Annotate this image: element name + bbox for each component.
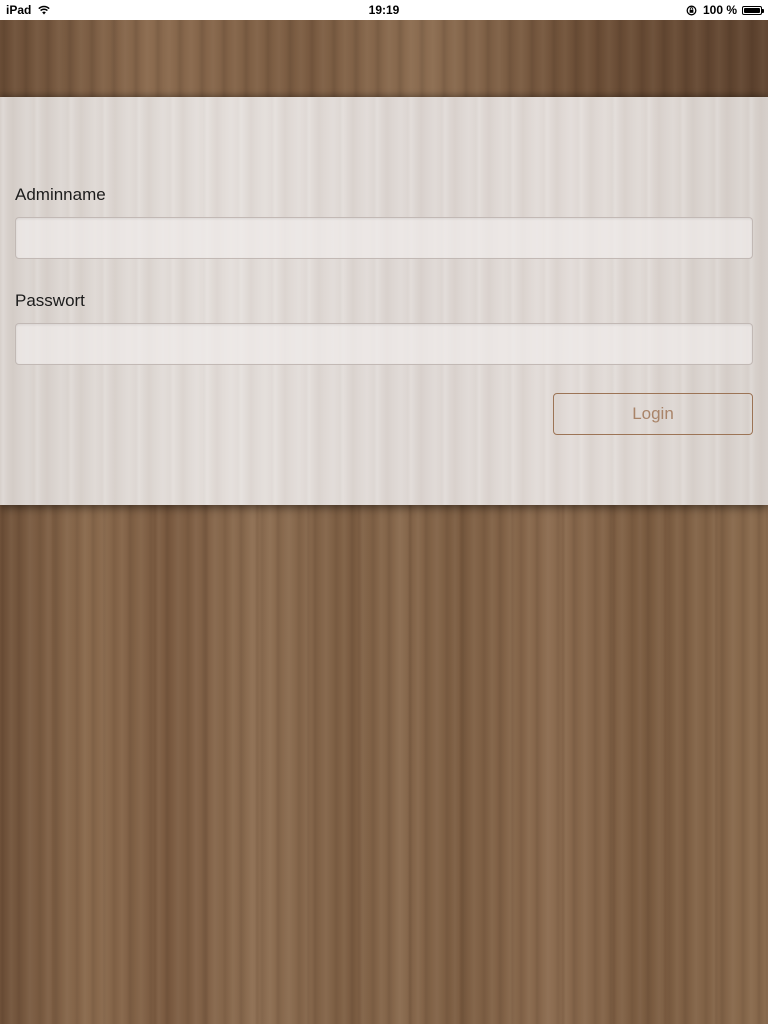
rotation-lock-icon	[686, 5, 697, 16]
adminname-input[interactable]	[15, 217, 753, 259]
status-time: 19:19	[368, 3, 400, 17]
password-input[interactable]	[15, 323, 753, 365]
adminname-label: Adminname	[15, 185, 106, 204]
battery-percent: 100 %	[702, 3, 737, 17]
status-right: 100 %	[686, 3, 764, 17]
battery-icon	[742, 5, 764, 15]
login-button[interactable]: Login	[553, 393, 753, 435]
login-panel: Adminname Passwort Login	[0, 97, 768, 505]
wood-header-strip	[0, 20, 768, 97]
status-bar: iPad 19:19 100 %	[0, 0, 768, 20]
password-label: Passwort	[15, 291, 85, 310]
